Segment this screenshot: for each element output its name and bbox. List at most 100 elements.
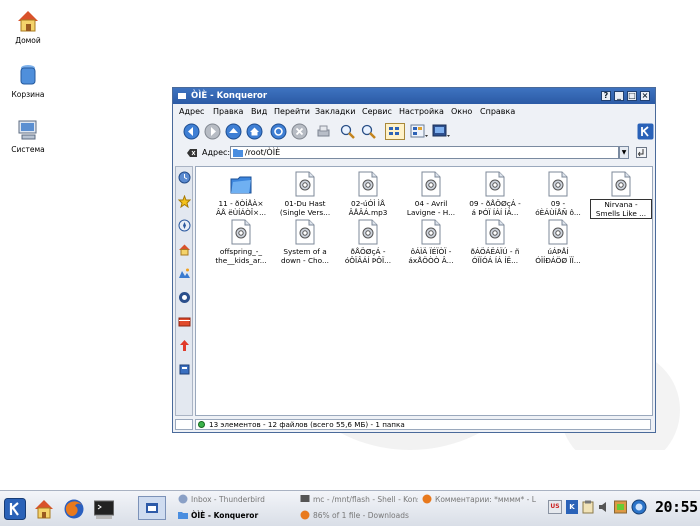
icon-view-icon[interactable] xyxy=(385,123,405,140)
sidebar-corner xyxy=(175,419,193,430)
file-name: ðÅÖØçÁ - óÔÏÂÁÍ ÞÔÏ... xyxy=(344,247,392,265)
close-button[interactable]: × xyxy=(640,91,650,101)
desktop-icon-system[interactable]: Система xyxy=(0,117,58,154)
file-item[interactable]: 02-úÓÌ ÌÅ ÂÅÂÁ.mp3 xyxy=(337,171,399,217)
clipboard-icon[interactable] xyxy=(582,500,594,514)
help-button[interactable]: ? xyxy=(601,91,611,101)
menu-tools[interactable]: Сервис xyxy=(362,107,392,116)
file-name: 09 - óÈÁÙÍÅÑ ô... xyxy=(535,199,581,217)
stop-icon[interactable] xyxy=(291,123,308,140)
folder-icon xyxy=(230,176,252,194)
location-input[interactable]: /root/ÒÌÈ xyxy=(230,146,619,159)
file-item[interactable]: 09 - ðÅÖØçÁ -á ÞÓÏ ÍÁÍ ÍÁ... xyxy=(464,171,526,217)
audio-file-icon xyxy=(611,171,631,197)
audio-file-icon xyxy=(421,171,441,197)
minimize-button[interactable]: _ xyxy=(614,91,624,101)
desktop-icon-trash[interactable]: Корзина xyxy=(0,62,58,99)
file-item[interactable]: System of a down - Cho... xyxy=(274,219,336,265)
clock[interactable]: 20:55 xyxy=(655,498,698,516)
kde-tray-icon[interactable]: K xyxy=(566,500,578,514)
maximize-button[interactable]: □ xyxy=(627,91,637,101)
reload-icon[interactable] xyxy=(270,123,287,140)
file-name: 09 - ðÅÖØçÁ -á ÞÓÏ ÍÁÍ ÍÁ... xyxy=(469,199,521,217)
zoom-out-icon[interactable] xyxy=(360,123,377,140)
audio-file-icon xyxy=(548,171,568,197)
toolbar xyxy=(173,119,655,145)
audio-file-icon xyxy=(358,171,378,197)
file-item[interactable]: 04 - Avril Lavigne - H... xyxy=(400,171,462,217)
menu-bookmarks[interactable]: Закладки xyxy=(315,107,355,116)
firefox-icon xyxy=(422,494,432,504)
file-name: 02-úÓÌ ÌÅ ÂÅÂÁ.mp3 xyxy=(348,199,388,217)
menu-view[interactable]: Вид xyxy=(251,107,267,116)
zoom-in-icon[interactable] xyxy=(339,123,356,140)
file-item[interactable]: ðÅÖØçÁ - óÔÏÂÁÍ ÞÔÏ... xyxy=(337,219,399,265)
navigation-sidebar xyxy=(175,166,193,416)
kde-logo-icon[interactable] xyxy=(637,123,654,140)
audio-file-icon xyxy=(358,219,378,245)
file-item[interactable]: 01-Du Hast (Single Vers... xyxy=(274,171,336,217)
window-title: ÒÌÈ - Konqueror xyxy=(191,91,268,101)
status-indicator-icon xyxy=(198,421,205,428)
audio-file-icon xyxy=(295,171,315,197)
window-menu-icon[interactable] xyxy=(177,91,187,101)
updater-icon[interactable] xyxy=(631,499,647,515)
file-item[interactable]: úÁÞÅÍ ÓÏÍÐÁÖØ ÏÏ... xyxy=(527,219,589,265)
tips-icon[interactable] xyxy=(178,339,191,352)
keyboard-layout-indicator[interactable]: US xyxy=(548,500,562,514)
preview-icon[interactable] xyxy=(431,123,451,140)
task-konqueror[interactable]: ÒÌÈ - Konqueror xyxy=(178,509,296,523)
notes-icon[interactable] xyxy=(178,363,191,376)
up-icon[interactable] xyxy=(225,123,242,140)
network-tray-icon[interactable] xyxy=(614,500,627,514)
menu-window[interactable]: Окно xyxy=(451,107,472,116)
trash-icon xyxy=(20,65,36,85)
file-item[interactable]: ôÁÌÄ ÏÉÏÒÏ - áxÅÖÒÒ Â... xyxy=(400,219,462,265)
bookmarks-icon[interactable] xyxy=(178,195,191,208)
kde-menu-icon[interactable] xyxy=(4,498,26,520)
task-firefox-comments[interactable]: Комментарии: *мммм* - L xyxy=(422,493,540,507)
location-value: /root/ÒÌÈ xyxy=(245,148,281,157)
menu-help[interactable]: Справка xyxy=(480,107,515,116)
file-item[interactable]: ðÁÖÁËÁÏÚ - ñ ÓÏÍÓÁ ÍÁ ÍË... xyxy=(464,219,526,265)
volume-icon[interactable] xyxy=(598,500,610,514)
home-icon[interactable] xyxy=(246,123,263,140)
task-downloads[interactable]: 86% of 1 file - Downloads xyxy=(300,509,418,523)
file-item[interactable]: offspring_-_ the__kids_ar... xyxy=(210,219,272,265)
menu-edit[interactable]: Правка xyxy=(213,107,243,116)
location-dropdown-button[interactable]: ▼ xyxy=(619,146,629,159)
task-thunderbird[interactable]: Inbox - Thunderbird xyxy=(178,493,296,507)
folder-icon xyxy=(178,512,188,519)
print-icon[interactable] xyxy=(315,123,332,140)
firefox-icon[interactable] xyxy=(63,498,85,520)
detail-view-icon[interactable] xyxy=(409,123,429,140)
forward-icon[interactable] xyxy=(204,123,221,140)
services-icon[interactable] xyxy=(178,291,191,304)
title-bar[interactable]: ÒÌÈ - Konqueror ? _ □ × xyxy=(173,88,655,104)
desktop-pager[interactable] xyxy=(138,496,166,520)
file-item[interactable]: 09 - óÈÁÙÍÅÑ ô... xyxy=(527,171,589,217)
menu-address[interactable]: Адрес xyxy=(179,107,204,116)
menu-bar: Адрес Правка Вид Перейти Закладки Сервис… xyxy=(173,104,655,119)
desktop-icon-label: Корзина xyxy=(11,90,45,99)
file-item[interactable]: Nirvana - Smells Like ... xyxy=(590,171,652,219)
history-icon[interactable] xyxy=(178,171,191,184)
desktop-icon-home[interactable]: Домой xyxy=(0,8,58,45)
menu-settings[interactable]: Настройка xyxy=(399,107,444,116)
network-icon[interactable] xyxy=(178,219,191,232)
clear-location-icon[interactable] xyxy=(187,148,197,158)
menu-go[interactable]: Перейти xyxy=(274,107,310,116)
task-label: 86% of 1 file - Downloads xyxy=(313,511,409,520)
media-icon[interactable] xyxy=(178,267,191,280)
go-icon[interactable] xyxy=(636,147,647,158)
terminal-icon[interactable] xyxy=(93,498,115,520)
location-bar: Адрес: /root/ÒÌÈ ▼ xyxy=(173,145,655,161)
file-name: Nirvana - Smells Like ... xyxy=(590,199,652,219)
root-folder-icon[interactable] xyxy=(178,315,191,328)
back-icon[interactable] xyxy=(183,123,200,140)
task-konsole[interactable]: mc - /mnt/flash - Shell - Konso xyxy=(300,493,418,507)
home-icon[interactable] xyxy=(33,498,55,520)
firefox-icon xyxy=(300,510,310,520)
home-icon[interactable] xyxy=(178,243,191,256)
folder-item[interactable]: 11 - ðÒÍÅÀ× ÂÅ ëÙÍÁÒÎ×... xyxy=(210,171,272,217)
